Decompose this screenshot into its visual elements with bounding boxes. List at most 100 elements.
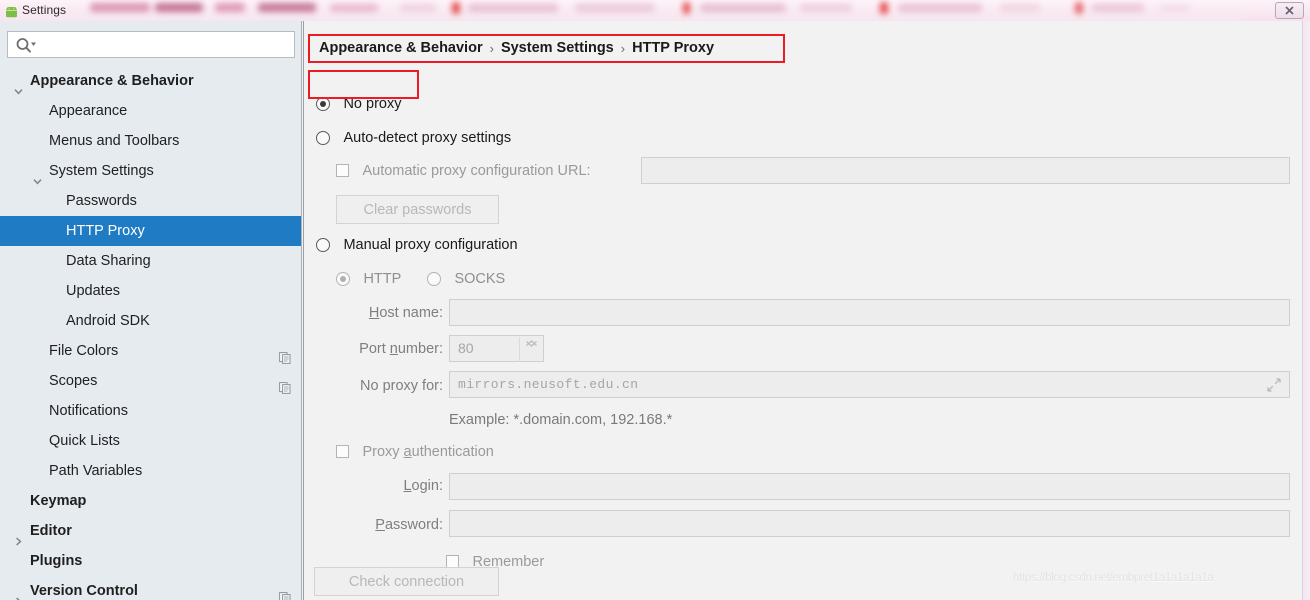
breadcrumb-separator-icon: › (489, 40, 494, 56)
port-number-value: 80 (458, 340, 474, 356)
login-label-rest: ogin: (411, 478, 443, 494)
no-proxy-for-label: No proxy for: (360, 378, 443, 394)
sidebar-item-keymap[interactable]: Keymap (0, 486, 301, 516)
auto-detect-radio[interactable] (316, 130, 330, 145)
sidebar-item-label: Quick Lists (49, 433, 120, 449)
window-titlebar: Settings (0, 0, 1310, 21)
port-number-label-rest: umber: (397, 341, 443, 357)
sidebar-item-notifications[interactable]: Notifications (0, 396, 301, 426)
http-label: HTTP (363, 270, 402, 287)
sidebar-item-label: Notifications (49, 403, 128, 419)
password-label: Password: (375, 517, 443, 533)
close-icon[interactable] (1275, 2, 1304, 19)
port-number-label-pre: Port (359, 341, 390, 357)
sidebar-item-plugins[interactable]: Plugins (0, 546, 301, 576)
password-input[interactable] (449, 510, 1290, 537)
sidebar-item-label: Updates (66, 283, 121, 299)
sidebar-item-http-proxy[interactable]: HTTP Proxy (0, 216, 301, 246)
auto-detect-radio-row[interactable]: Auto-detect proxy settings (316, 129, 511, 147)
password-label-rest: assword: (384, 517, 443, 533)
port-number-label: Port number: (359, 341, 443, 357)
login-label: Login: (403, 478, 443, 494)
watermark-text: https://blog.csdn.net/embpret1a1a1a1a1a (1013, 572, 1214, 584)
sidebar-item-appearance-behavior[interactable]: Appearance & Behavior (0, 66, 301, 96)
sidebar-item-label: Path Variables (49, 463, 143, 479)
auto-config-url-checkbox-row[interactable]: Automatic proxy configuration URL: (336, 162, 591, 180)
sidebar-item-label: Appearance & Behavior (30, 73, 194, 89)
socks-label: SOCKS (454, 270, 506, 287)
sidebar-item-label: File Colors (49, 343, 119, 359)
auto-detect-label: Auto-detect proxy settings (343, 129, 512, 146)
sidebar-item-data-sharing[interactable]: Data Sharing (0, 246, 301, 276)
sidebar-item-version-control[interactable]: Version Control (0, 576, 301, 600)
manual-proxy-radio[interactable] (316, 237, 330, 252)
settings-tree[interactable]: Appearance & Behavior Appearance Menus and… (0, 66, 301, 600)
window-right-edge (1302, 21, 1310, 600)
search-box[interactable] (7, 31, 295, 58)
sidebar-item-file-colors[interactable]: File Colors (0, 336, 301, 366)
host-name-label: Host name: (368, 305, 443, 321)
socks-radio-row[interactable]: SOCKS (427, 270, 505, 288)
sidebar-item-passwords[interactable]: Passwords (0, 186, 301, 216)
port-number-stepper[interactable] (519, 337, 542, 362)
no-proxy-radio-row[interactable]: No proxy (316, 95, 401, 113)
sidebar-item-label: Version Control (30, 583, 138, 599)
settings-main-panel: Appearance & Behavior › System Settings … (303, 21, 1310, 600)
sidebar-item-label: HTTP Proxy (66, 223, 145, 239)
host-name-input[interactable] (449, 299, 1290, 326)
android-icon (5, 5, 18, 18)
no-proxy-for-input[interactable]: mirrors.neusoft.edu.cn (449, 371, 1290, 398)
login-input[interactable] (449, 473, 1290, 500)
proxy-auth-checkbox[interactable] (336, 445, 349, 459)
copy-settings-icon[interactable] (279, 345, 291, 364)
breadcrumb-part-3[interactable]: HTTP Proxy (632, 40, 714, 56)
chevron-right-icon[interactable] (14, 587, 23, 600)
search-input[interactable] (40, 32, 290, 57)
sidebar-item-android-sdk[interactable]: Android SDK (0, 306, 301, 336)
settings-sidebar: Appearance & Behavior Appearance Menus and… (0, 21, 302, 600)
sidebar-item-label: Data Sharing (66, 253, 151, 269)
chevron-right-icon[interactable] (14, 527, 23, 546)
sidebar-item-appearance[interactable]: Appearance (0, 96, 301, 126)
no-proxy-radio[interactable] (316, 96, 330, 111)
check-connection-button[interactable]: Check connection (314, 567, 499, 596)
manual-proxy-label: Manual proxy configuration (343, 236, 518, 253)
no-proxy-for-value: mirrors.neusoft.edu.cn (458, 377, 639, 392)
breadcrumb-separator-icon: › (620, 40, 626, 56)
titlebar-blurred-background (0, 0, 1310, 21)
expand-editor-icon[interactable] (1267, 378, 1281, 392)
chevron-down-icon[interactable] (33, 167, 42, 185)
sidebar-item-quick-lists[interactable]: Quick Lists (0, 426, 301, 456)
breadcrumb-part-2[interactable]: System Settings (501, 40, 614, 56)
sidebar-item-label: Scopes (49, 373, 98, 389)
copy-settings-icon[interactable] (279, 375, 291, 394)
proxy-auth-checkbox-row[interactable]: Proxy authentication (336, 443, 494, 461)
example-hint: Example: *.domain.com, 192.168.* (449, 412, 673, 428)
sidebar-item-label: Plugins (30, 553, 83, 569)
sidebar-item-menus-and-toolbars[interactable]: Menus and Toolbars (0, 126, 301, 156)
sidebar-item-scopes[interactable]: Scopes (0, 366, 301, 396)
sidebar-item-editor[interactable]: Editor (0, 516, 301, 546)
chevron-down-icon[interactable] (14, 77, 23, 95)
breadcrumb: Appearance & Behavior › System Settings … (313, 35, 720, 61)
breadcrumb-part-1[interactable]: Appearance & Behavior (319, 40, 483, 56)
sidebar-item-label: Keymap (30, 493, 87, 509)
no-proxy-label: No proxy (343, 95, 402, 112)
manual-proxy-radio-row[interactable]: Manual proxy configuration (316, 236, 518, 254)
clear-passwords-button[interactable]: Clear passwords (336, 195, 499, 224)
sidebar-item-updates[interactable]: Updates (0, 276, 301, 306)
auto-config-url-input[interactable] (641, 157, 1290, 184)
port-number-input[interactable]: 80 (449, 335, 544, 362)
sidebar-item-label: Passwords (66, 193, 137, 209)
socks-radio[interactable] (427, 271, 441, 286)
proxy-auth-label: Proxy authentication (362, 443, 494, 460)
sidebar-item-label: Menus and Toolbars (49, 133, 180, 149)
sidebar-item-path-variables[interactable]: Path Variables (0, 456, 301, 486)
http-radio-row[interactable]: HTTP (336, 270, 401, 288)
host-name-label-rest: ost name: (379, 305, 443, 321)
copy-settings-icon[interactable] (279, 585, 291, 600)
http-radio[interactable] (336, 271, 350, 286)
sidebar-item-label: Appearance (49, 103, 128, 119)
auto-config-url-checkbox[interactable] (336, 164, 349, 178)
sidebar-item-system-settings[interactable]: System Settings (0, 156, 301, 186)
